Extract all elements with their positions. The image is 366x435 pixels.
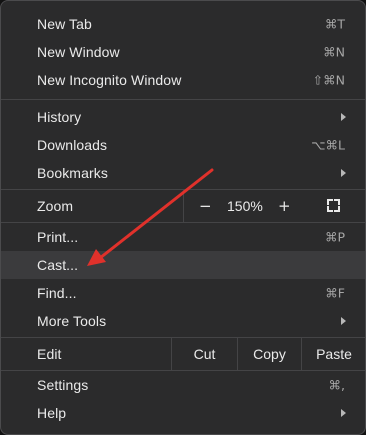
menu-item-edit: Edit Cut Copy Paste <box>1 338 365 370</box>
paste-button[interactable]: Paste <box>301 338 365 370</box>
zoom-label: Zoom <box>37 198 74 214</box>
fullscreen-icon[interactable] <box>327 199 340 212</box>
menu-item-label: Bookmarks <box>37 165 108 181</box>
copy-button[interactable]: Copy <box>237 338 301 370</box>
shortcut-label: ⌥⌘L <box>311 137 345 153</box>
menu-item-find[interactable]: Find... ⌘F <box>1 279 365 307</box>
chrome-menu: New Tab ⌘T New Window ⌘N New Incognito W… <box>0 0 366 435</box>
menu-item-label: More Tools <box>37 313 107 329</box>
chevron-right-icon <box>341 317 346 325</box>
menu-item-settings[interactable]: Settings ⌘, <box>1 371 365 399</box>
menu-item-label: Downloads <box>37 137 108 153</box>
shortcut-label: ⌘N <box>323 44 345 60</box>
zoom-level: 150% <box>227 198 263 214</box>
menu-item-downloads[interactable]: Downloads ⌥⌘L <box>1 131 365 159</box>
zoom-in-button[interactable]: + <box>278 197 291 215</box>
menu-item-bookmarks[interactable]: Bookmarks <box>1 159 365 187</box>
menu-item-new-tab[interactable]: New Tab ⌘T <box>1 10 365 38</box>
menu-item-more-tools[interactable]: More Tools <box>1 307 365 335</box>
menu-item-history[interactable]: History <box>1 103 365 131</box>
menu-item-label: Cast... <box>37 257 79 273</box>
menu-item-label: Settings <box>37 377 89 393</box>
menu-item-help[interactable]: Help <box>1 399 365 427</box>
shortcut-label: ⌘F <box>325 285 345 301</box>
menu-item-label: Find... <box>37 285 77 301</box>
edit-label: Edit <box>37 346 62 362</box>
menu-item-zoom: Zoom − 150% + <box>1 190 365 222</box>
shortcut-label: ⌘, <box>328 377 345 393</box>
menu-item-new-incognito-window[interactable]: New Incognito Window ⇧⌘N <box>1 66 365 94</box>
menu-separator <box>1 99 365 100</box>
chevron-right-icon <box>341 409 346 417</box>
menu-item-label: History <box>37 109 82 125</box>
shortcut-label: ⌘P <box>324 229 345 245</box>
menu-item-label: New Incognito Window <box>37 72 182 88</box>
chevron-right-icon <box>341 169 346 177</box>
chevron-right-icon <box>341 113 346 121</box>
menu-item-label: Print... <box>37 229 79 245</box>
zoom-out-button[interactable]: − <box>199 197 212 215</box>
menu-item-print[interactable]: Print... ⌘P <box>1 223 365 251</box>
menu-item-label: New Window <box>37 44 120 60</box>
menu-item-new-window[interactable]: New Window ⌘N <box>1 38 365 66</box>
shortcut-label: ⌘T <box>324 16 345 32</box>
shortcut-label: ⇧⌘N <box>312 72 345 88</box>
cut-button[interactable]: Cut <box>171 338 237 370</box>
menu-item-cast[interactable]: Cast... <box>1 251 365 279</box>
zoom-controls: − 150% + <box>183 190 365 222</box>
menu-item-label: Help <box>37 405 67 421</box>
menu-item-label: New Tab <box>37 16 92 32</box>
